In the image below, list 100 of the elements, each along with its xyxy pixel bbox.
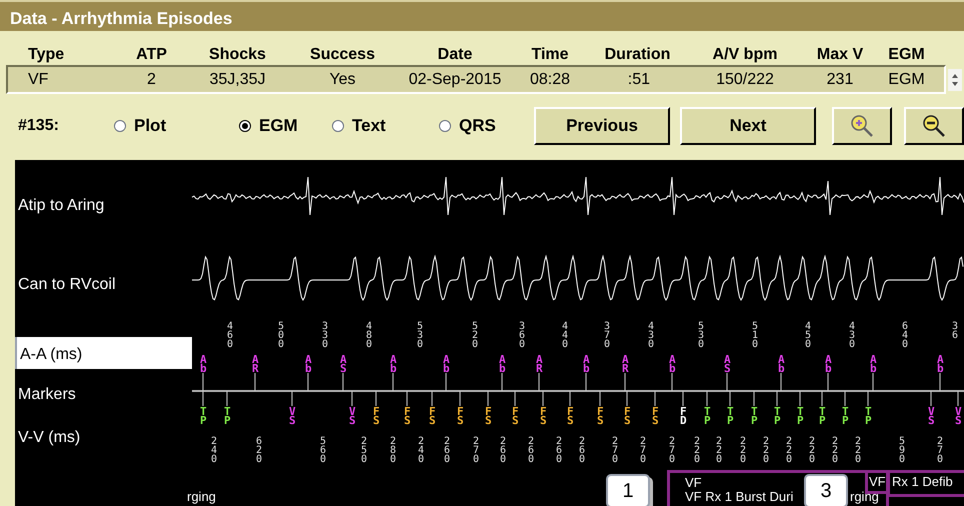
aa-interval: 520	[472, 322, 478, 349]
vv-interval: 560	[320, 437, 326, 464]
column-header: Shocks	[208, 45, 267, 65]
annotation-text: VF	[685, 475, 702, 490]
vv-interval: 220	[855, 437, 862, 464]
aa-interval: 530	[698, 322, 704, 349]
column-header: ATP	[135, 45, 168, 65]
atrial-marker: AR	[252, 355, 259, 373]
atrial-marker: Ab	[583, 355, 590, 373]
aa-interval: 370	[604, 322, 610, 349]
vv-interval: 220	[809, 437, 816, 464]
vv-interval: 240	[211, 437, 218, 464]
radio-button[interactable]	[239, 120, 251, 132]
aa-interval: 460	[227, 322, 234, 349]
radio-label[interactable]: Text	[352, 113, 386, 139]
vv-interval: 220	[763, 437, 770, 464]
aa-interval: 510	[752, 322, 758, 349]
detect-label: VF	[865, 470, 889, 494]
atrial-marker: Ab	[499, 355, 506, 373]
table-cell-text: EGM	[887, 70, 926, 90]
atrial-marker: Ab	[937, 355, 944, 373]
table-cell-text: 2	[146, 70, 157, 90]
radio-button[interactable]	[439, 120, 451, 132]
vv-interval: 220	[694, 437, 700, 464]
atrial-marker: AR	[536, 355, 543, 373]
vv-interval: 270	[640, 437, 646, 464]
ventricular-marker: VS	[955, 407, 962, 425]
vv-interval: 260	[444, 437, 450, 464]
episode-number: #135:	[18, 116, 60, 136]
annotation-text: rging	[187, 489, 216, 504]
column-header: Date	[436, 45, 474, 65]
ventricular-marker: TP	[842, 407, 849, 425]
column-header: Time	[530, 45, 570, 65]
ventricular-marker: FS	[429, 407, 436, 425]
aa-interval: 530	[417, 322, 424, 349]
column-header: EGM	[887, 45, 926, 65]
radio-label[interactable]: Plot	[134, 113, 166, 139]
next-button[interactable]: Next	[680, 107, 816, 145]
aa-interval: 430	[648, 322, 654, 349]
vv-interval: 590	[899, 437, 906, 464]
table-cell-text: 150/222	[715, 70, 775, 90]
ventricular-marker: FS	[512, 407, 519, 425]
vv-interval: 220	[716, 437, 722, 464]
table-cell-text: :51	[626, 70, 651, 90]
vv-interval: 280	[390, 437, 396, 464]
vv-interval: 620	[256, 437, 262, 464]
aa-interval: 440	[562, 322, 568, 349]
column-header: Success	[309, 45, 376, 65]
ventricular-marker: TP	[819, 407, 826, 425]
badge: 1	[606, 474, 650, 506]
ventricular-marker: VS	[928, 407, 935, 425]
table-row[interactable]: VF 2 35J,35J Yes 02-Sep-2015 08:28 :51 150/222 231 EGM	[6, 65, 946, 94]
ventricular-marker: TP	[224, 407, 231, 425]
vv-interval: 220	[786, 437, 792, 464]
scrollbar-arrows-icon[interactable]	[948, 69, 962, 91]
window-title: Data - Arrhythmia Episodes	[0, 0, 964, 31]
vv-interval: 270	[937, 437, 944, 464]
vv-interval: 260	[556, 437, 562, 464]
ventricular-marker: FS	[404, 407, 411, 425]
atrial-marker: AS	[340, 355, 347, 373]
column-header: Type	[27, 45, 66, 65]
table-cell-text: 08:28	[528, 70, 572, 90]
markers-label: Markers	[18, 385, 76, 405]
vv-interval: 270	[612, 437, 618, 464]
atrial-marker: Ab	[443, 355, 450, 373]
aa-label: A-A (ms)	[15, 337, 192, 369]
vv-interval: 220	[740, 437, 746, 464]
column-header: Max V	[816, 45, 864, 65]
radio-button[interactable]	[114, 120, 126, 132]
radio-button[interactable]	[332, 120, 344, 132]
zoom-out-icon[interactable]	[904, 107, 964, 145]
vv-interval: 260	[500, 437, 506, 464]
aa-interval: 450	[805, 322, 812, 349]
atrial-marker: Ab	[778, 355, 785, 373]
aa-interval: 500	[278, 322, 284, 349]
ventricular-marker: VS	[289, 407, 296, 425]
channel-label: Can to RVcoil	[18, 275, 116, 295]
atrial-marker: AR	[622, 355, 629, 373]
table-cell-text: 231	[826, 70, 854, 90]
table-cell-text: Yes	[328, 70, 357, 90]
vv-interval: 260	[579, 437, 586, 464]
badge: 3	[804, 474, 848, 506]
aa-interval: 640	[902, 322, 908, 349]
annotation-text: VF Rx 1 Burst Duri	[685, 489, 794, 504]
therapy-label: Rx 1 Defib	[887, 470, 964, 497]
atrial-marker: Ab	[390, 355, 397, 373]
table-cell-text: VF	[27, 70, 50, 90]
aa-interval: 36	[952, 322, 958, 340]
ventricular-marker: FS	[567, 407, 574, 425]
ventricular-marker: TP	[797, 407, 804, 425]
radio-label[interactable]: QRS	[459, 113, 496, 139]
vv-label: V-V (ms)	[18, 428, 80, 448]
radio-label[interactable]: EGM	[259, 113, 298, 139]
table-cell-text: 02-Sep-2015	[408, 70, 502, 90]
column-header: Duration	[604, 45, 672, 65]
table-cell-text: 35J,35J	[208, 70, 267, 90]
column-header: A/V bpm	[712, 45, 778, 65]
ventricular-marker: VS	[349, 407, 356, 425]
previous-button[interactable]: Previous	[534, 107, 670, 145]
zoom-in-icon[interactable]	[832, 107, 892, 145]
